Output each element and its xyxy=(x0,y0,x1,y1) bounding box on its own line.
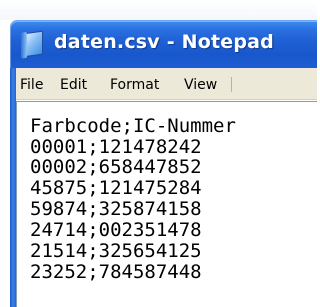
text-editor-area[interactable]: Farbcode;IC-Nummer 00001;121478242 00002… xyxy=(16,101,317,307)
text-line[interactable]: 00002;658447852 xyxy=(30,158,202,177)
window-title: daten.csv - Notepad xyxy=(54,31,274,53)
text-line[interactable]: 00001;121478242 xyxy=(30,138,202,157)
text-line[interactable]: 24714;002351478 xyxy=(30,221,202,240)
menu-edit[interactable]: Edit xyxy=(60,77,87,93)
notepad-window: daten.csv - Notepad File Edit Format Vie… xyxy=(0,0,317,307)
text-line[interactable]: 59874;325874158 xyxy=(30,200,202,219)
background-area xyxy=(0,0,317,20)
menu-format[interactable]: Format xyxy=(110,77,159,93)
text-line-header[interactable]: Farbcode;IC-Nummer xyxy=(30,117,236,136)
text-line[interactable]: 45875;121475284 xyxy=(30,179,202,198)
text-line[interactable]: 21514;325654125 xyxy=(30,242,202,261)
menu-bar: File Edit Format View xyxy=(16,68,317,100)
text-line-partial[interactable]: 23252;784587448 xyxy=(30,263,202,282)
notepad-icon[interactable] xyxy=(23,30,43,58)
menu-file[interactable]: File xyxy=(20,77,43,93)
menu-separator xyxy=(231,77,238,92)
menu-view[interactable]: View xyxy=(184,77,217,93)
title-bar[interactable]: daten.csv - Notepad xyxy=(10,20,317,69)
